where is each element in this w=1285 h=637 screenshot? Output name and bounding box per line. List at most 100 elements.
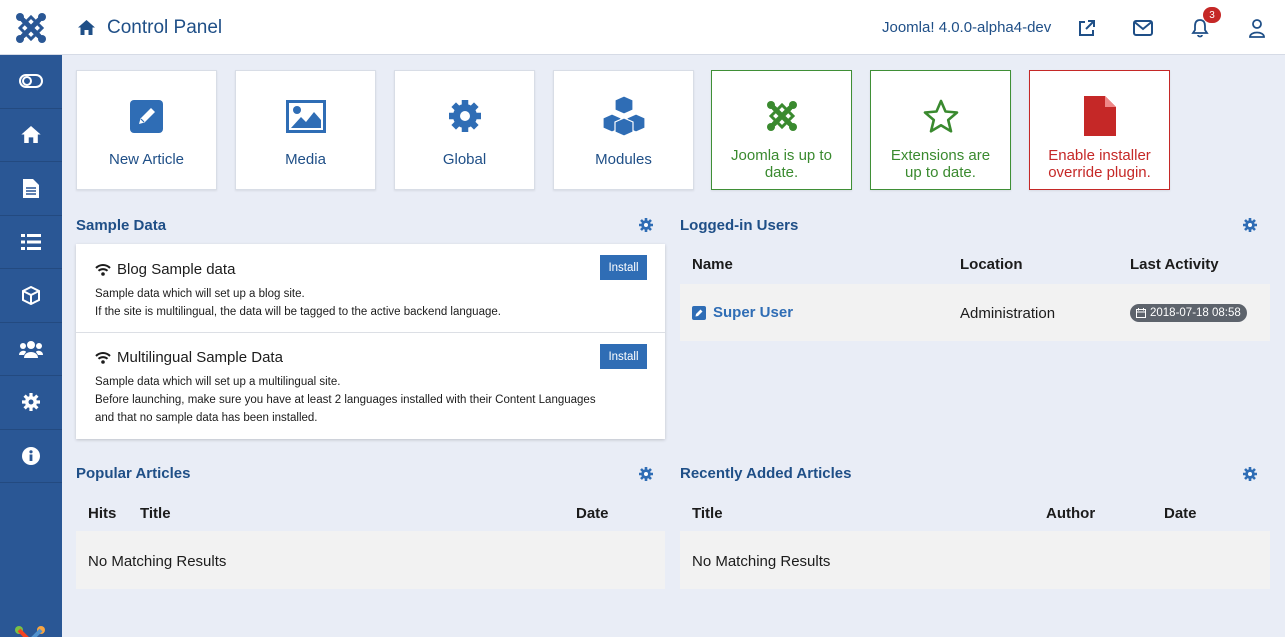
last-activity-value: 2018-07-18 08:58 (1150, 307, 1241, 319)
quickicon-modules[interactable]: Modules (553, 70, 694, 190)
wifi-icon (95, 351, 111, 364)
logged-in-options-button[interactable] (1243, 218, 1257, 232)
column-header-title[interactable]: Title (692, 505, 723, 522)
home-icon (78, 20, 95, 35)
page-heading: Control Panel (78, 0, 222, 55)
sample-data-options-button[interactable] (639, 218, 653, 232)
column-header-last-activity[interactable]: Last Activity (1130, 256, 1219, 273)
user-name[interactable]: Super User (713, 304, 793, 321)
info-icon (22, 446, 40, 465)
quickicon-label: Extensions are up to date. (890, 147, 991, 181)
recent-options-button[interactable] (1243, 467, 1257, 481)
wifi-icon (95, 263, 111, 276)
joomla-logo-icon (16, 12, 46, 43)
sidebar (0, 55, 62, 637)
sidebar-item-menus[interactable] (0, 216, 62, 269)
sample-data-item-multilingual: Multilingual Sample Data Install Sample … (76, 333, 665, 439)
quickicon-new-article[interactable]: New Article (76, 70, 217, 190)
description-line: Before launching, make sure you have at … (95, 394, 596, 406)
gear-icon (448, 93, 482, 139)
description-line: Sample data which will set up a multilin… (95, 376, 341, 388)
edit-icon (692, 305, 706, 320)
quickicon-label: Joomla is up to date. (731, 147, 832, 181)
article-icon (23, 178, 39, 198)
external-link-icon (1078, 19, 1095, 36)
column-header-name[interactable]: Name (692, 256, 733, 273)
star-icon (923, 93, 959, 139)
quickicon-joomla-update[interactable]: Joomla is up to date. (711, 70, 852, 190)
user-link-super-user[interactable]: Super User (692, 304, 793, 321)
gear-icon (639, 218, 653, 232)
cube-icon (22, 285, 40, 305)
description-line: Sample data which will set up a blog sit… (95, 288, 305, 300)
column-header-title[interactable]: Title (140, 505, 171, 522)
quickicon-label: Enable installer override plugin. (1048, 147, 1151, 181)
column-header-date[interactable]: Date (576, 505, 609, 522)
sample-data-heading: Blog Sample data (95, 261, 235, 278)
popular-options-button[interactable] (639, 467, 653, 481)
user-menu-button[interactable] (1246, 17, 1268, 39)
cubes-icon (600, 93, 648, 139)
sidebar-item-content[interactable] (0, 162, 62, 216)
column-header-author[interactable]: Author (1046, 505, 1095, 522)
quickicon-installer-override[interactable]: Enable installer override plugin. (1029, 70, 1170, 190)
calendar-icon (1136, 308, 1146, 318)
empty-results-message: No Matching Results (692, 553, 831, 570)
sidebar-item-help[interactable] (0, 430, 62, 483)
preview-site-button[interactable] (1075, 17, 1097, 39)
gear-icon (639, 467, 653, 481)
description-line: and that no sample data has been install… (95, 412, 318, 424)
list-icon (21, 233, 41, 250)
envelope-icon (1133, 20, 1153, 36)
user-icon (1249, 19, 1265, 38)
sidebar-item-users[interactable] (0, 323, 62, 376)
column-header-date[interactable]: Date (1164, 505, 1197, 522)
column-header-location[interactable]: Location (960, 256, 1023, 273)
home-icon (21, 126, 41, 144)
page-title: Control Panel (107, 16, 223, 38)
notification-badge: 3 (1203, 7, 1221, 23)
column-header-hits[interactable]: Hits (88, 505, 116, 522)
description-line: If the site is multilingual, the data wi… (95, 306, 501, 318)
empty-results-message: No Matching Results (88, 553, 227, 570)
sidebar-item-components[interactable] (0, 269, 62, 323)
joomla-footer-logo (14, 625, 46, 637)
popular-articles-title: Popular Articles (76, 465, 191, 482)
sample-data-name: Multilingual Sample Data (117, 349, 283, 366)
quickicon-label: Media (285, 151, 326, 168)
joomla-logo[interactable] (0, 0, 62, 55)
messages-button[interactable] (1132, 17, 1154, 39)
recent-articles-title: Recently Added Articles (680, 465, 852, 482)
sidebar-item-dashboard[interactable] (0, 109, 62, 162)
gear-icon (22, 393, 40, 412)
toggle-icon (19, 74, 43, 89)
quickicon-global[interactable]: Global (394, 70, 535, 190)
image-icon (285, 93, 326, 139)
sample-data-name: Blog Sample data (117, 261, 236, 278)
version-link[interactable]: Joomla! 4.0.0-alpha4-dev (882, 19, 1051, 36)
logged-in-users-title: Logged-in Users (680, 217, 799, 234)
sidebar-item-toggle-menu[interactable] (0, 55, 62, 109)
last-activity-badge: 2018-07-18 08:58 (1130, 304, 1247, 322)
quickicon-label: New Article (108, 151, 185, 168)
top-header: Control Panel Joomla! 4.0.0-alpha4-dev 3 (0, 0, 1285, 55)
file-icon (1083, 93, 1116, 139)
quickicon-label: Modules (595, 151, 652, 168)
quickicon-label: Global (442, 151, 487, 168)
quickicon-extensions-update[interactable]: Extensions are up to date. (870, 70, 1011, 190)
edit-icon (130, 93, 163, 139)
sample-data-item-blog: Blog Sample data Install Sample data whi… (76, 244, 665, 332)
sample-data-title: Sample Data (76, 217, 167, 234)
joomla-icon (765, 93, 799, 139)
gear-icon (1243, 467, 1257, 481)
sidebar-item-system[interactable] (0, 376, 62, 430)
users-icon (19, 340, 43, 358)
joomla-logo-icon (15, 626, 45, 637)
sample-data-description: Sample data which will set up a blog sit… (95, 285, 501, 321)
sample-data-card: Blog Sample data Install Sample data whi… (76, 244, 665, 439)
quickicon-media[interactable]: Media (235, 70, 376, 190)
gear-icon (1243, 218, 1257, 232)
install-multilingual-button[interactable]: Install (600, 344, 647, 369)
sample-data-heading: Multilingual Sample Data (95, 349, 283, 366)
install-blog-button[interactable]: Install (600, 255, 647, 280)
